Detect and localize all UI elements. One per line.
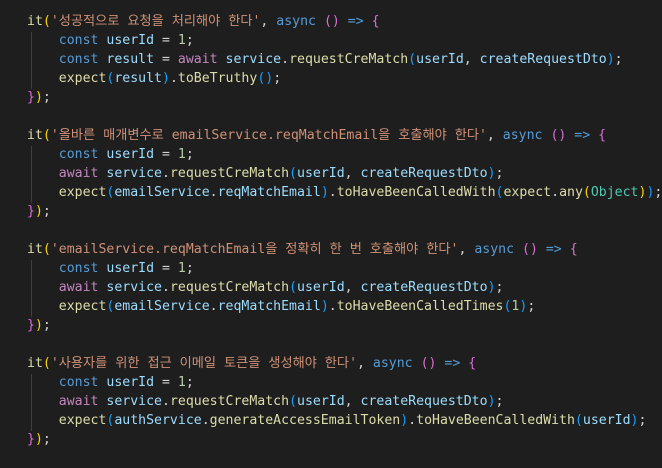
method-call: requestCreMatch bbox=[169, 394, 290, 409]
argument: userId bbox=[297, 166, 345, 181]
code-editor[interactable]: it('성공적으로 요청을 처리해야 한다', async () => { co… bbox=[0, 0, 662, 468]
code-line[interactable]: it('성공적으로 요청을 처리해야 한다', async () => { bbox=[27, 12, 380, 31]
method-call: requestCreMatch bbox=[169, 280, 290, 295]
code-line[interactable]: await service.requestCreMatch(userId, cr… bbox=[27, 164, 504, 183]
it-keyword: it bbox=[27, 356, 43, 371]
argument: userId bbox=[297, 394, 345, 409]
async-keyword: async bbox=[502, 128, 543, 143]
method-call: requestCreMatch bbox=[169, 166, 290, 181]
matcher-call: toHaveBeenCalledWith bbox=[416, 413, 575, 428]
argument: userId bbox=[416, 52, 464, 67]
object-ref: emailService bbox=[114, 299, 210, 314]
object-ref: authService bbox=[114, 413, 202, 428]
await-keyword: await bbox=[58, 166, 99, 181]
variable: userId bbox=[106, 261, 155, 276]
const-keyword: const bbox=[58, 147, 99, 162]
code-line[interactable]: await service.requestCreMatch(userId, cr… bbox=[27, 392, 504, 411]
const-keyword: const bbox=[58, 52, 99, 67]
expect-call: expect bbox=[58, 185, 107, 200]
code-line[interactable]: it('사용자를 위한 접근 이메일 토큰을 생성해야 한다', async (… bbox=[27, 354, 476, 373]
matcher-call: toHaveBeenCalledWith bbox=[336, 185, 496, 200]
argument: createRequestDto bbox=[360, 166, 488, 181]
async-keyword: async bbox=[372, 356, 413, 371]
code-line[interactable]: expect(emailService.reqMatchEmail).toHav… bbox=[27, 183, 662, 202]
it-keyword: it bbox=[27, 242, 43, 257]
code-line[interactable]: }); bbox=[27, 430, 51, 449]
number-literal: 1 bbox=[177, 147, 186, 162]
object-ref: service bbox=[106, 166, 162, 181]
code-line[interactable]: it('올바른 매개변수로 emailService.reqMatchEmail… bbox=[27, 126, 606, 145]
number-literal: 1 bbox=[177, 33, 186, 48]
async-keyword: async bbox=[474, 242, 515, 257]
await-keyword: await bbox=[58, 394, 99, 409]
argument: createRequestDto bbox=[360, 394, 488, 409]
it-keyword: it bbox=[27, 14, 43, 29]
const-keyword: const bbox=[58, 33, 99, 48]
code-line[interactable]: }); bbox=[27, 316, 51, 335]
number-literal: 1 bbox=[177, 261, 186, 276]
method-call: requestCreMatch bbox=[289, 52, 409, 67]
code-line[interactable]: }); bbox=[27, 202, 51, 221]
variable: userId bbox=[106, 375, 155, 390]
test-title: 'emailService.reqMatchEmail을 정확히 한 번 호출해… bbox=[50, 242, 459, 257]
object-ref: service bbox=[106, 280, 162, 295]
code-line[interactable]: }); bbox=[27, 88, 51, 107]
object-ref: emailService bbox=[114, 185, 210, 200]
code-line[interactable]: const userId = 1; bbox=[27, 31, 194, 50]
expect-call: expect bbox=[58, 299, 107, 314]
expect-call: expect bbox=[58, 71, 107, 86]
it-keyword: it bbox=[27, 128, 43, 143]
object-ref: service bbox=[106, 394, 162, 409]
argument: userId bbox=[582, 413, 631, 428]
class-ref: Object bbox=[590, 185, 639, 200]
code-line[interactable]: expect(result).toBeTruthy(); bbox=[27, 69, 281, 88]
argument: createRequestDto bbox=[479, 52, 607, 67]
code-line[interactable]: expect(emailService.reqMatchEmail).toHav… bbox=[27, 297, 536, 316]
variable: userId bbox=[106, 147, 155, 162]
matcher-call: toBeTruthy bbox=[177, 71, 258, 86]
code-line[interactable]: const userId = 1; bbox=[27, 259, 194, 278]
code-line[interactable]: expect(authService.generateAccessEmailTo… bbox=[27, 411, 647, 430]
code-line[interactable]: await service.requestCreMatch(userId, cr… bbox=[27, 278, 504, 297]
test-title: '올바른 매개변수로 emailService.reqMatchEmail을 호… bbox=[50, 128, 487, 143]
expect-call: expect bbox=[58, 413, 107, 428]
matcher-call: toHaveBeenCalledTimes bbox=[336, 299, 504, 314]
object-ref: service bbox=[225, 52, 282, 67]
code-line[interactable]: const userId = 1; bbox=[27, 373, 194, 392]
argument: userId bbox=[297, 280, 345, 295]
argument: result bbox=[114, 71, 162, 86]
variable: result bbox=[106, 52, 155, 67]
test-title: '사용자를 위한 접근 이메일 토큰을 생성해야 한다' bbox=[50, 356, 358, 371]
argument: createRequestDto bbox=[360, 280, 488, 295]
any-call: any bbox=[559, 185, 583, 200]
code-line[interactable]: it('emailService.reqMatchEmail을 정확히 한 번 … bbox=[27, 240, 578, 259]
await-keyword: await bbox=[58, 280, 99, 295]
test-title: '성공적으로 요청을 처리해야 한다' bbox=[50, 14, 261, 29]
await-keyword: await bbox=[177, 52, 218, 67]
variable: userId bbox=[106, 33, 155, 48]
expect-call: expect bbox=[503, 185, 552, 200]
const-keyword: const bbox=[58, 375, 99, 390]
property-ref: reqMatchEmail bbox=[217, 185, 321, 200]
number-literal: 1 bbox=[177, 375, 186, 390]
property-ref: reqMatchEmail bbox=[217, 299, 321, 314]
method-ref: generateAccessEmailToken bbox=[209, 413, 401, 428]
async-keyword: async bbox=[276, 14, 316, 29]
code-line[interactable]: const result = await service.requestCreM… bbox=[27, 50, 623, 69]
const-keyword: const bbox=[58, 261, 99, 276]
code-line[interactable]: const userId = 1; bbox=[27, 145, 194, 164]
